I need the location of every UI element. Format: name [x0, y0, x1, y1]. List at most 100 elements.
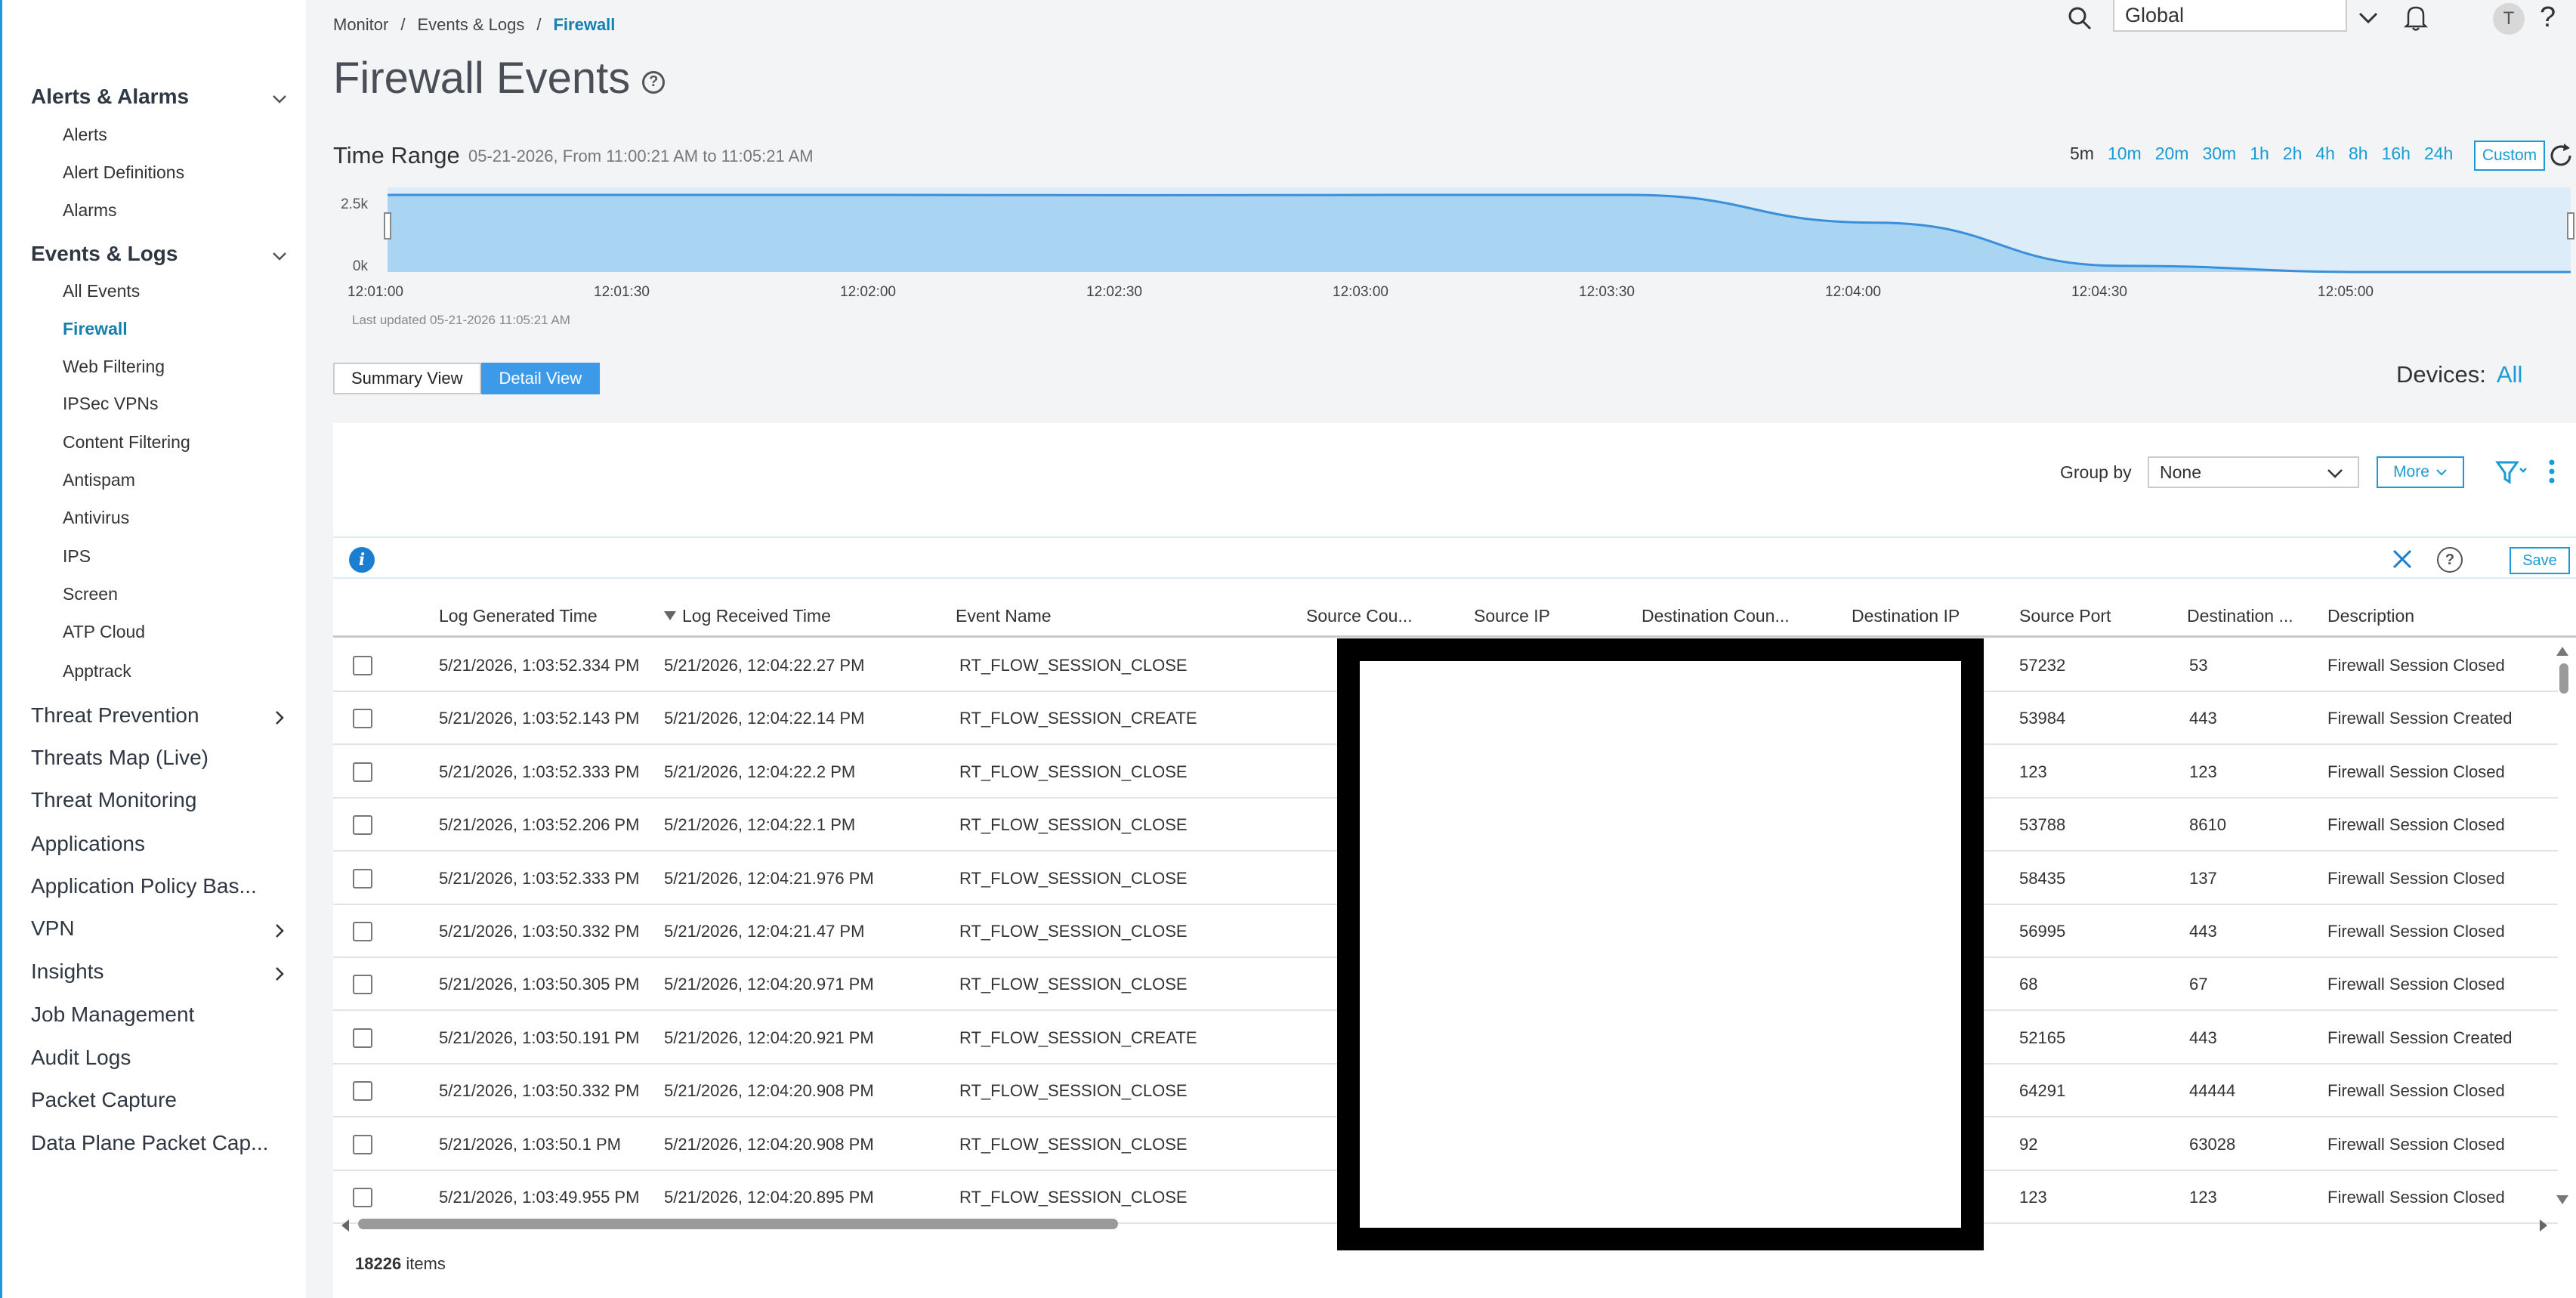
more-button[interactable]: More: [2377, 456, 2464, 488]
devices-filter: Devices: All: [2396, 361, 2522, 388]
nav-item-insights[interactable]: Insights: [31, 954, 288, 989]
vertical-scrollbar-thumb[interactable]: [2559, 663, 2568, 694]
nav-item-packet-capture[interactable]: Packet Capture: [31, 1083, 288, 1117]
row-checkbox[interactable]: [353, 762, 372, 782]
nav-item-vpn[interactable]: VPN: [31, 911, 288, 946]
devices-value-link[interactable]: All: [2497, 361, 2522, 388]
nav-group-alerts-alarms[interactable]: Alerts & Alarms: [31, 80, 288, 113]
row-checkbox[interactable]: [353, 815, 372, 836]
detail-view-button[interactable]: Detail View: [480, 363, 601, 394]
nav-item-applications[interactable]: Applications: [31, 827, 288, 861]
cell-destination-port: 137: [2189, 868, 2217, 888]
nav-item-alerts[interactable]: Alerts: [63, 119, 107, 150]
row-checkbox[interactable]: [353, 709, 372, 729]
row-checkbox[interactable]: [353, 1134, 372, 1154]
range-handle-right[interactable]: [2567, 212, 2574, 240]
range-btn-4h[interactable]: 4h: [2315, 144, 2335, 164]
row-checkbox[interactable]: [353, 656, 372, 675]
nav-item-application-policy[interactable]: Application Policy Bas...: [31, 869, 288, 904]
col-event-name[interactable]: Event Name: [956, 594, 1052, 638]
cell-description: Firewall Session Closed: [2327, 1188, 2505, 1207]
col-destination-ip[interactable]: Destination IP: [1852, 594, 1960, 638]
col-destination-country[interactable]: Destination Coun...: [1642, 594, 1790, 638]
nav-item-content-filtering[interactable]: Content Filtering: [63, 427, 190, 457]
nav-item-threat-prevention[interactable]: Threat Prevention: [31, 698, 288, 733]
scroll-left-arrow[interactable]: [341, 1219, 349, 1232]
global-scope-select[interactable]: Global: [2113, 0, 2347, 32]
nav-item-job-management[interactable]: Job Management: [31, 997, 288, 1032]
range-btn-10m[interactable]: 10m: [2108, 144, 2142, 164]
custom-range-button[interactable]: Custom: [2474, 141, 2545, 171]
nav-item-data-plane-packet-capture[interactable]: Data Plane Packet Cap...: [31, 1126, 288, 1160]
nav-item-atp-cloud[interactable]: ATP Cloud: [63, 617, 145, 647]
cell-description: Firewall Session Closed: [2327, 1134, 2505, 1154]
range-btn-8h[interactable]: 8h: [2349, 144, 2368, 164]
nav-item-apptrack[interactable]: Apptrack: [63, 656, 131, 686]
more-options-icon[interactable]: [2544, 456, 2559, 487]
row-checkbox[interactable]: [353, 868, 372, 889]
refresh-icon[interactable]: [2547, 142, 2574, 169]
nav-item-all-events[interactable]: All Events: [63, 276, 140, 306]
col-source-ip[interactable]: Source IP: [1474, 594, 1550, 638]
avatar[interactable]: T: [2493, 3, 2525, 35]
nav-item-threats-map[interactable]: Threats Map (Live): [31, 740, 288, 775]
nav-label: Application Policy Bas...: [31, 874, 257, 898]
scroll-up-arrow[interactable]: [2556, 647, 2568, 656]
cell-log-generated-time: 5/21/2026, 1:03:52.333 PM: [439, 868, 640, 888]
nav-item-antivirus[interactable]: Antivirus: [63, 502, 129, 533]
row-checkbox[interactable]: [353, 1188, 372, 1207]
scroll-right-arrow[interactable]: [2540, 1219, 2547, 1232]
nav-item-firewall[interactable]: Firewall: [63, 314, 128, 344]
range-btn-16h[interactable]: 16h: [2382, 144, 2411, 164]
item-count-suffix: items: [406, 1254, 446, 1273]
close-icon[interactable]: [2390, 547, 2414, 571]
nav-item-ips[interactable]: IPS: [63, 541, 91, 571]
bell-icon[interactable]: [2402, 3, 2429, 32]
range-btn-24h[interactable]: 24h: [2424, 144, 2453, 164]
chevron-down-icon[interactable]: [2357, 8, 2380, 27]
nav-item-screen[interactable]: Screen: [63, 579, 118, 609]
nav-item-antispam[interactable]: Antispam: [63, 465, 135, 495]
chevron-down-icon[interactable]: [2325, 464, 2345, 482]
col-description[interactable]: Description: [2327, 594, 2414, 638]
row-checkbox[interactable]: [353, 922, 372, 941]
nav-group-events-logs[interactable]: Events & Logs: [31, 237, 288, 270]
row-checkbox[interactable]: [353, 1081, 372, 1102]
col-log-generated-time[interactable]: Log Generated Time: [439, 594, 598, 638]
help-icon[interactable]: ?: [2437, 547, 2463, 573]
breadcrumb-events-logs[interactable]: Events & Logs: [417, 15, 524, 35]
x-tick-label: 12:04:00: [1825, 284, 1881, 300]
range-btn-1h[interactable]: 1h: [2250, 144, 2269, 164]
nav-group-label: Events & Logs: [31, 242, 178, 265]
range-btn-20m[interactable]: 20m: [2155, 144, 2189, 164]
cell-source-port: 52165: [2019, 1028, 2066, 1047]
col-source-port[interactable]: Source Port: [2019, 594, 2111, 638]
range-btn-5m[interactable]: 5m: [2070, 144, 2094, 164]
help-icon[interactable]: ?: [2540, 2, 2556, 34]
nav-item-alarms[interactable]: Alarms: [63, 195, 117, 225]
range-btn-2h[interactable]: 2h: [2283, 144, 2303, 164]
cell-event-name: RT_FLOW_SESSION_CLOSE: [959, 815, 1188, 835]
search-icon[interactable]: [2066, 5, 2093, 32]
scroll-down-arrow[interactable]: [2556, 1195, 2568, 1204]
nav-item-ipsec-vpns[interactable]: IPSec VPNs: [63, 388, 159, 419]
col-log-received-time[interactable]: Log Received Time: [664, 594, 831, 638]
range-handle-left[interactable]: [384, 212, 391, 240]
save-button[interactable]: Save: [2510, 547, 2570, 574]
filter-icon[interactable]: [2494, 456, 2531, 487]
range-btn-30m[interactable]: 30m: [2202, 144, 2236, 164]
nav-item-audit-logs[interactable]: Audit Logs: [31, 1040, 288, 1075]
breadcrumb-monitor[interactable]: Monitor: [333, 15, 388, 35]
cell-log-received-time: 5/21/2026, 12:04:21.976 PM: [664, 868, 874, 888]
row-checkbox[interactable]: [353, 975, 372, 995]
nav-item-alert-definitions[interactable]: Alert Definitions: [63, 157, 184, 187]
help-icon[interactable]: ?: [642, 70, 666, 94]
row-checkbox[interactable]: [353, 1028, 372, 1048]
summary-view-button[interactable]: Summary View: [333, 363, 481, 394]
horizontal-scrollbar-thumb[interactable]: [358, 1219, 1118, 1229]
col-source-country[interactable]: Source Cou...: [1306, 594, 1413, 638]
nav-item-web-filtering[interactable]: Web Filtering: [63, 351, 165, 382]
time-range-chart[interactable]: 2.5k 0k 12:01:00 12:01:30 12:02:00 12:02:30 12…: [333, 181, 2576, 332]
nav-item-threat-monitoring[interactable]: Threat Monitoring: [31, 783, 288, 817]
col-destination-port[interactable]: Destination ...: [2187, 594, 2293, 638]
